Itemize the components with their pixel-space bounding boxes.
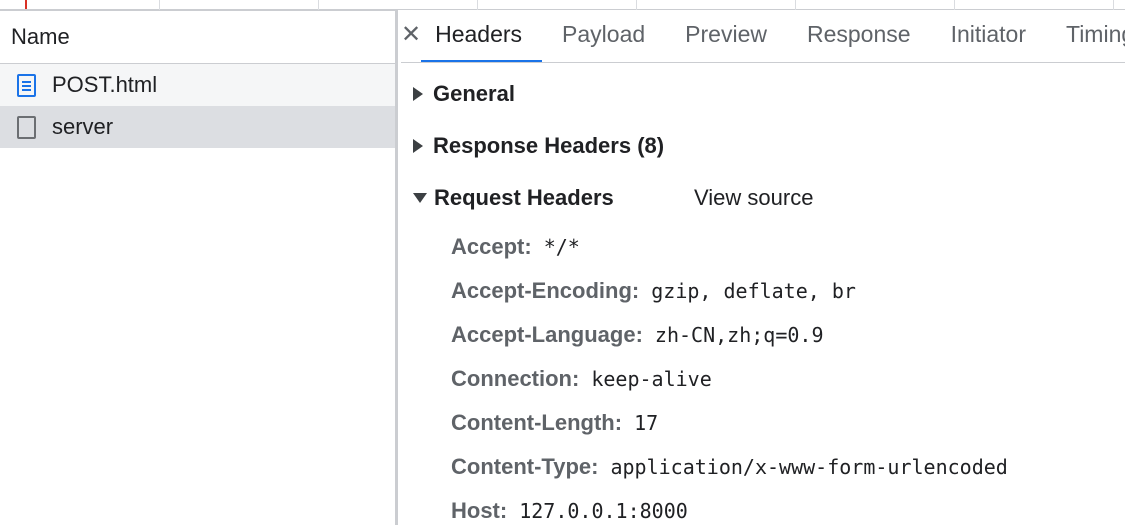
timeline-tick (1113, 0, 1114, 10)
header-name: Content-Length: (451, 410, 623, 435)
header-name: Accept-Encoding: (451, 278, 640, 303)
header-row-accept-encoding: Accept-Encoding: gzip, deflate, br (451, 278, 856, 304)
general-section-title: General (433, 81, 515, 106)
name-column-header[interactable]: Name (0, 10, 395, 64)
tab-initiator[interactable]: Initiator (931, 10, 1046, 62)
tab-headers[interactable]: Headers (421, 10, 542, 62)
header-value: zh-CN,zh;q=0.9 (654, 323, 824, 347)
header-value: 127.0.0.1:8000 (519, 499, 688, 523)
timeline-tick (318, 0, 319, 10)
header-name: Accept: (451, 234, 532, 259)
header-name: Connection: (451, 366, 580, 391)
document-icon (17, 73, 36, 97)
request-headers-section-toggle[interactable]: Request Headers View source (413, 185, 1113, 211)
header-value: gzip, deflate, br (651, 279, 856, 303)
timeline-tick (954, 0, 955, 10)
request-headers-section-title: Request Headers (434, 185, 614, 210)
header-name: Accept-Language: (451, 322, 643, 347)
file-icon (17, 115, 36, 139)
header-row-host: Host: 127.0.0.1:8000 (451, 498, 688, 524)
expand-arrow-icon (413, 139, 423, 153)
request-list: Name POST.html server (0, 10, 398, 525)
tab-timing[interactable]: Timing (1046, 10, 1125, 62)
timeline-tick (159, 0, 160, 10)
request-details: ✕ Headers Payload Preview Response Initi… (401, 10, 1125, 525)
name-column-label: Name (11, 24, 70, 49)
header-row-content-type: Content-Type: application/x-www-form-url… (451, 454, 1008, 480)
view-source-link[interactable]: View source (694, 185, 813, 211)
expand-arrow-icon (413, 87, 423, 101)
request-row-server[interactable]: server (0, 106, 395, 148)
devtools-network-panel: Name POST.html server ✕ Headers Payload … (0, 0, 1125, 525)
header-row-accept-language: Accept-Language: zh-CN,zh;q=0.9 (451, 322, 824, 348)
tab-preview[interactable]: Preview (665, 10, 787, 62)
details-tab-bar: ✕ Headers Payload Preview Response Initi… (401, 10, 1125, 63)
timeline-tick (636, 0, 637, 10)
collapse-arrow-icon (413, 193, 427, 203)
header-value: application/x-www-form-urlencoded (610, 455, 1008, 479)
response-headers-section-toggle[interactable]: Response Headers (8) (413, 133, 664, 159)
header-value: 17 (634, 411, 659, 435)
request-name: server (52, 114, 114, 139)
header-value: */* (543, 235, 580, 259)
timeline-tick (795, 0, 796, 10)
header-value: keep-alive (591, 367, 712, 391)
timeline-overview[interactable] (0, 0, 1125, 10)
tab-response[interactable]: Response (787, 10, 931, 62)
header-name: Host: (451, 498, 508, 523)
header-row-content-length: Content-Length: 17 (451, 410, 658, 436)
response-headers-section-title: Response Headers (8) (433, 133, 665, 158)
request-row-post-html[interactable]: POST.html (0, 64, 395, 106)
timeline-marker (25, 0, 27, 9)
tab-payload[interactable]: Payload (542, 10, 665, 62)
header-row-connection: Connection: keep-alive (451, 366, 712, 392)
close-icon[interactable]: ✕ (401, 10, 421, 62)
header-row-accept: Accept: */* (451, 234, 580, 260)
timeline-tick (477, 0, 478, 10)
request-name: POST.html (52, 72, 158, 97)
header-name: Content-Type: (451, 454, 599, 479)
general-section-toggle[interactable]: General (413, 81, 515, 107)
